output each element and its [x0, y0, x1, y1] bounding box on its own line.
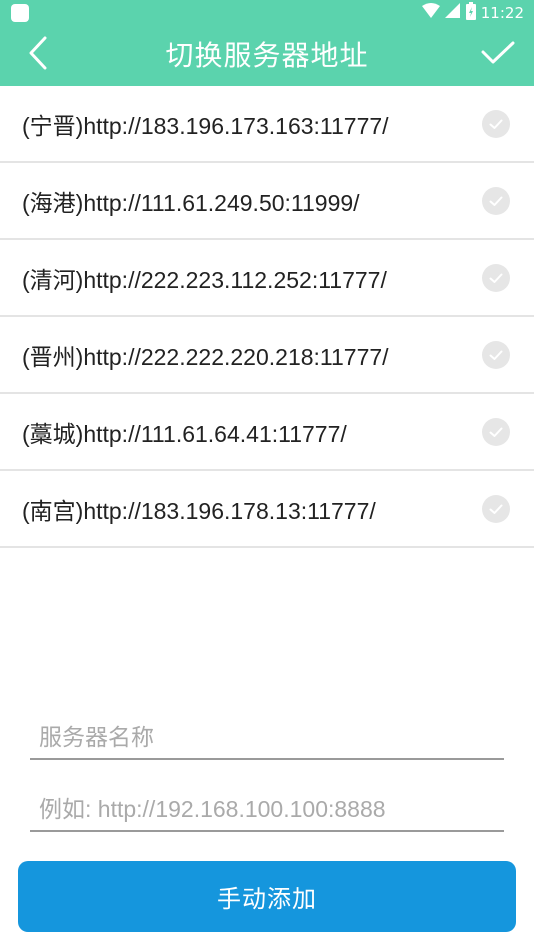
status-bar-right: 11:22 [421, 2, 524, 24]
checkmark-icon [481, 40, 515, 70]
server-list: (宁晋)http://183.196.173.163:11777/ (海港)ht… [0, 86, 534, 548]
server-address: (宁晋)http://183.196.173.163:11777/ [22, 113, 389, 139]
signal-icon [444, 3, 461, 23]
server-name-input[interactable] [30, 716, 504, 760]
app-header: 11:22 切换服务器地址 [0, 0, 534, 86]
server-address: (南宫)http://183.196.178.13:11777/ [22, 498, 376, 524]
server-list-item[interactable]: (南宫)http://183.196.178.13:11777/ [0, 471, 534, 548]
server-list-item[interactable]: (晋州)http://222.222.220.218:11777/ [0, 317, 534, 394]
server-address: (海港)http://111.61.249.50:11999/ [22, 190, 360, 216]
check-circle-icon[interactable] [482, 110, 510, 138]
check-circle-icon[interactable] [482, 187, 510, 215]
server-address: (藁城)http://111.61.64.41:11777/ [22, 421, 347, 447]
status-bar: 11:22 [0, 0, 534, 26]
wifi-icon [421, 3, 440, 23]
battery-icon [465, 2, 476, 24]
manual-add-button[interactable]: 手动添加 [18, 861, 516, 932]
nav-bar: 切换服务器地址 [0, 26, 534, 86]
page-title: 切换服务器地址 [165, 39, 369, 72]
server-address: (清河)http://222.223.112.252:11777/ [22, 267, 387, 293]
confirm-button[interactable] [476, 32, 520, 78]
check-circle-icon[interactable] [482, 495, 510, 523]
server-list-item[interactable]: (宁晋)http://183.196.173.163:11777/ [0, 86, 534, 163]
check-circle-icon[interactable] [482, 418, 510, 446]
server-list-item[interactable]: (清河)http://222.223.112.252:11777/ [0, 240, 534, 317]
server-list-item[interactable]: (藁城)http://111.61.64.41:11777/ [0, 394, 534, 471]
check-circle-icon[interactable] [482, 264, 510, 292]
server-url-input[interactable] [30, 788, 504, 832]
server-address: (晋州)http://222.222.220.218:11777/ [22, 344, 389, 370]
app-icon [11, 4, 29, 22]
status-time: 11:22 [480, 4, 524, 22]
server-list-item[interactable]: (海港)http://111.61.249.50:11999/ [0, 163, 534, 240]
check-circle-icon[interactable] [482, 341, 510, 369]
